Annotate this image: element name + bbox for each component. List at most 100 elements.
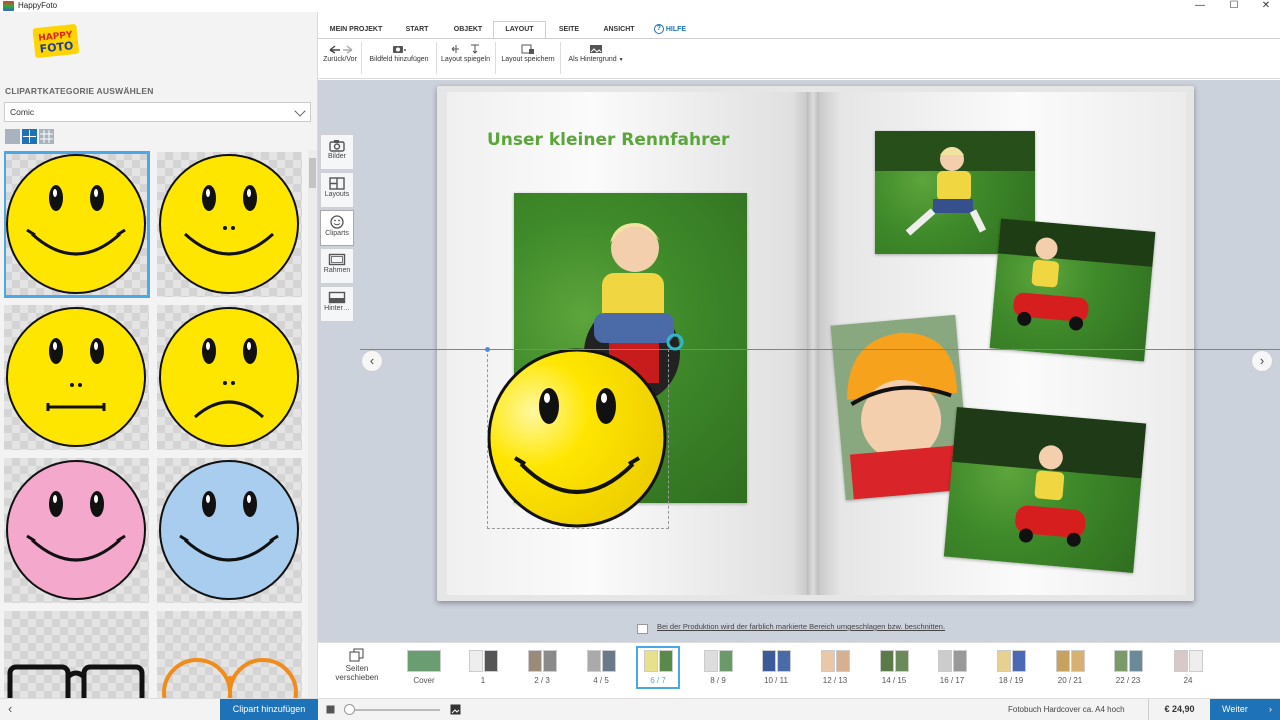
tool-cliparts-label: Cliparts xyxy=(325,230,349,237)
tool-layouts[interactable]: Layouts xyxy=(320,172,354,208)
thumb-12-13[interactable]: 12 / 13 xyxy=(817,650,853,685)
as-background-label: Als Hintergrund xyxy=(568,56,617,63)
thumb-label: 20 / 21 xyxy=(1057,676,1083,685)
clipart-tile-smiley-yellow-smile[interactable] xyxy=(4,151,150,298)
next-label: Weiter xyxy=(1222,704,1248,714)
separator xyxy=(560,42,561,74)
tool-rahmen[interactable]: Rahmen xyxy=(320,248,354,284)
page-title[interactable]: Unser kleiner Rennfahrer xyxy=(487,130,729,150)
photo-kid-red-car-drawing xyxy=(997,218,1156,331)
scrollbar-thumb[interactable] xyxy=(309,158,316,188)
selection-handle[interactable] xyxy=(485,347,490,352)
undo-redo-icon xyxy=(329,45,353,54)
undo-redo-button[interactable]: Zurück/Vor xyxy=(320,42,360,76)
tool-layouts-label: Layouts xyxy=(324,191,350,198)
back-arrow-icon[interactable]: ‹ xyxy=(8,701,12,716)
thumb-label: 16 / 17 xyxy=(939,676,965,685)
move-pages-button[interactable]: Seiten verschieben xyxy=(326,648,388,694)
frame-icon xyxy=(328,253,346,266)
thumb-14-15[interactable]: 14 / 15 xyxy=(876,650,912,685)
mirror-layout-button[interactable]: Layout spiegeln xyxy=(438,42,493,76)
zoom-in-icon[interactable] xyxy=(450,704,461,715)
tab-start[interactable]: START xyxy=(396,22,438,38)
thumb-label: 24 xyxy=(1183,676,1193,685)
clipart-tile-glasses-black[interactable] xyxy=(4,611,149,698)
photo-kid-helmet-drawing xyxy=(847,332,966,500)
image-icon xyxy=(590,45,602,53)
move-pages-label: Seiten verschieben xyxy=(335,664,379,682)
thumb-10-11[interactable]: 10 / 11 xyxy=(758,650,794,685)
tab-seite[interactable]: SEITE xyxy=(552,22,586,38)
save-layout-icon xyxy=(521,44,534,54)
clipart-grid xyxy=(4,150,306,698)
thumb-cover[interactable]: Cover xyxy=(404,650,444,685)
clipart-tile-smiley-yellow-sad[interactable] xyxy=(157,305,302,450)
zoom-slider[interactable] xyxy=(344,709,440,711)
zoom-slider-thumb[interactable] xyxy=(344,704,355,715)
thumb-16-17[interactable]: 16 / 17 xyxy=(934,650,970,685)
add-image-frame-button[interactable]: Bildfeld hinzufügen xyxy=(364,42,434,76)
trim-area-checkbox[interactable] xyxy=(637,624,648,634)
category-value: Comic xyxy=(10,107,35,117)
thumb-4-5[interactable]: 4 / 5 xyxy=(583,650,619,685)
as-background-button[interactable]: Als Hintergrund ▼ xyxy=(564,42,628,76)
clipart-scrollbar[interactable] xyxy=(308,150,317,698)
undo-label: Zurück/Vor xyxy=(323,56,357,63)
clipart-tile-smiley-pink[interactable] xyxy=(4,458,149,603)
clipart-tile-smiley-yellow-neutral[interactable] xyxy=(4,305,149,450)
app-icon xyxy=(3,1,14,11)
tab-hilfe[interactable]: ? HILFE xyxy=(650,22,690,38)
move-pages-icon xyxy=(349,648,364,662)
tab-ansicht[interactable]: ANSICHT xyxy=(596,22,642,38)
prev-page-button[interactable]: ‹ xyxy=(361,350,383,372)
tool-bilder[interactable]: Bilder xyxy=(320,134,354,170)
thumb-1[interactable]: 1 xyxy=(465,650,501,685)
rotate-handle-icon[interactable] xyxy=(665,332,685,352)
thumb-24[interactable]: 24 xyxy=(1170,650,1206,685)
category-heading: CLIPARTKATEGORIE AUSWÄHLEN xyxy=(5,86,154,96)
tab-mein-projekt[interactable]: MEIN PROJEKT xyxy=(323,22,389,38)
clipart-tile-smiley-yellow-nose-smile[interactable] xyxy=(157,152,302,297)
tab-objekt[interactable]: OBJEKT xyxy=(446,22,490,38)
thumb-8-9[interactable]: 8 / 9 xyxy=(700,650,736,685)
clipart-tile-glasses-orange[interactable] xyxy=(157,611,302,698)
view-medium-button[interactable] xyxy=(22,129,37,144)
product-name: Fotobuch Hardcover ca. A4 hoch xyxy=(1008,705,1125,714)
category-dropdown[interactable]: Comic xyxy=(4,102,311,122)
photo-kid-helmet[interactable] xyxy=(830,314,971,501)
minimize-button[interactable]: — xyxy=(1190,0,1210,12)
glasses-orange-icon xyxy=(162,658,298,698)
tool-hintergrund-label: Hinter… xyxy=(324,305,350,312)
zoom-out-icon[interactable] xyxy=(326,705,335,714)
maximize-button[interactable]: ☐ xyxy=(1224,0,1244,12)
tool-hintergrund[interactable]: Hinter… xyxy=(320,286,354,322)
tool-cliparts[interactable]: Cliparts xyxy=(320,210,354,246)
thumb-label: 12 / 13 xyxy=(822,676,848,685)
tool-rahmen-label: Rahmen xyxy=(323,267,351,274)
thumb-2-3[interactable]: 2 / 3 xyxy=(524,650,560,685)
clipart-tile-smiley-blue[interactable] xyxy=(157,458,302,603)
selection-box[interactable] xyxy=(487,349,669,529)
alignment-guide xyxy=(360,349,1280,350)
view-small-button[interactable] xyxy=(39,129,54,144)
thumb-22-23[interactable]: 22 / 23 xyxy=(1110,650,1146,685)
next-button[interactable]: Weiter › xyxy=(1210,699,1280,720)
save-layout-button[interactable]: Layout speichern xyxy=(498,42,558,76)
book-spine xyxy=(807,92,819,595)
close-button[interactable]: ✕ xyxy=(1256,0,1276,12)
tab-hilfe-label: HILFE xyxy=(665,26,687,33)
next-page-arrow-button[interactable]: › xyxy=(1251,350,1273,372)
tab-layout[interactable]: LAYOUT xyxy=(493,21,546,39)
dropdown-caret-icon: ▼ xyxy=(618,57,624,63)
separator xyxy=(495,42,496,74)
photo-kid-red-car[interactable] xyxy=(989,218,1156,362)
add-clipart-button[interactable]: Clipart hinzufügen xyxy=(220,699,318,720)
thumb-6-7[interactable]: 6 / 7 xyxy=(636,646,680,689)
thumb-20-21[interactable]: 20 / 21 xyxy=(1052,650,1088,685)
add-frame-label: Bildfeld hinzufügen xyxy=(369,56,429,63)
view-large-button[interactable] xyxy=(5,129,20,144)
photo-kid-car-yard[interactable] xyxy=(943,407,1147,573)
trim-note-link[interactable]: Bei der Produktion wird der farblich mar… xyxy=(657,622,945,631)
photo-kid-car-yard-drawing xyxy=(952,407,1147,547)
thumb-18-19[interactable]: 18 / 19 xyxy=(993,650,1029,685)
